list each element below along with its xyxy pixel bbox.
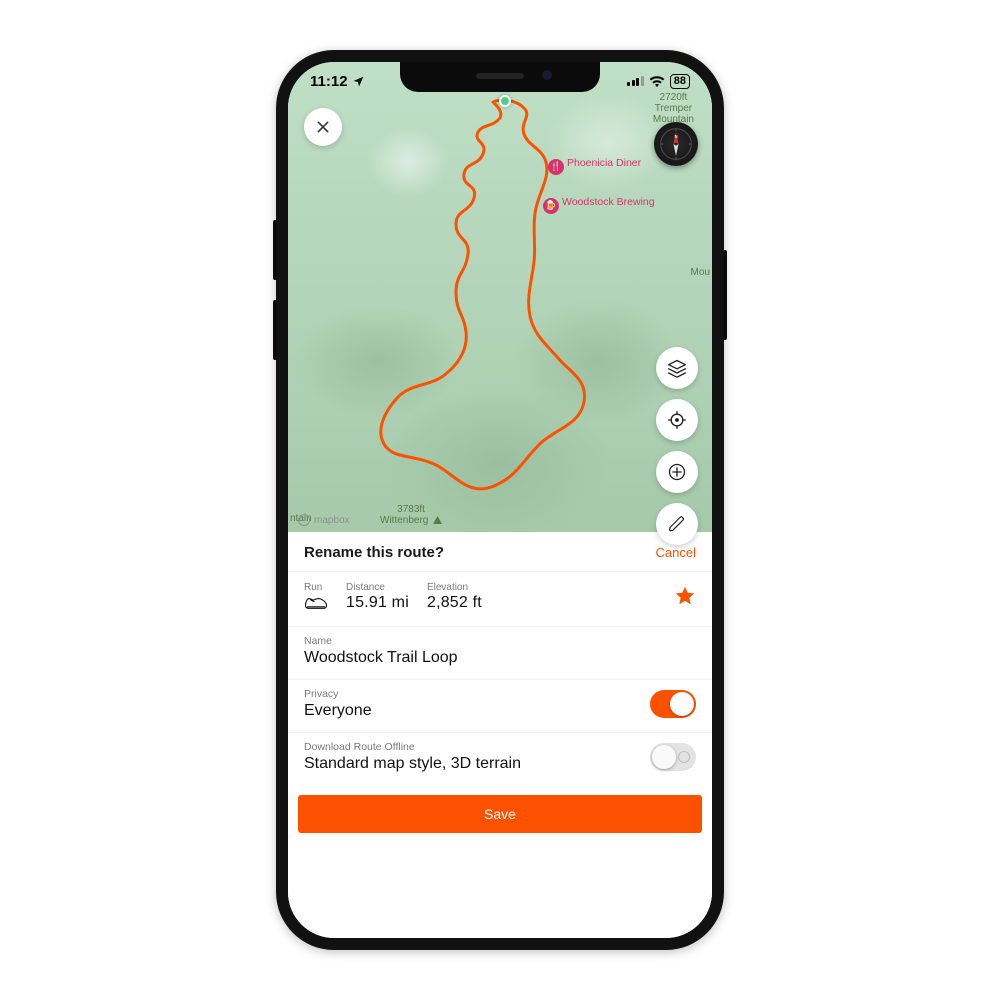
privacy-value: Everyone <box>304 702 650 720</box>
battery-indicator: 88 <box>670 74 690 89</box>
compass[interactable]: N <box>654 122 698 166</box>
pencil-icon <box>668 515 686 533</box>
privacy-field[interactable]: Privacy Everyone <box>288 679 712 732</box>
privacy-label: Privacy <box>304 688 650 700</box>
statusbar-time: 11:12 <box>310 73 348 90</box>
label-wittenberg: 3783ft Wittenberg <box>380 504 442 526</box>
plus-circle-icon <box>667 462 687 482</box>
route-path <box>288 62 712 532</box>
offline-value: Standard map style, 3D terrain <box>304 755 650 773</box>
name-field[interactable]: Name Woodstock Trail Loop <box>288 626 712 679</box>
layers-button[interactable] <box>656 347 698 389</box>
locate-button[interactable] <box>656 399 698 441</box>
label-mou: Mou <box>691 267 710 278</box>
stat-distance-label: Distance <box>346 582 409 593</box>
save-button[interactable]: Save <box>298 795 702 833</box>
route-start-marker <box>499 95 511 107</box>
star-icon <box>674 585 696 607</box>
signal-icon <box>627 76 644 86</box>
stat-distance-value: 15.91 mi <box>346 594 409 612</box>
name-value: Woodstock Trail Loop <box>304 649 696 667</box>
screen: 11:12 88 2720ft Trem <box>288 62 712 938</box>
stat-run-label: Run <box>304 582 328 593</box>
close-button[interactable] <box>304 108 342 146</box>
name-label: Name <box>304 635 696 647</box>
compass-icon: N <box>659 127 693 161</box>
offline-toggle[interactable] <box>650 743 696 771</box>
cancel-button[interactable]: Cancel <box>656 545 696 560</box>
edit-button[interactable] <box>656 503 698 545</box>
privacy-toggle[interactable] <box>650 690 696 718</box>
layers-icon <box>667 358 687 378</box>
poi-brewing[interactable]: 🍺Woodstock Brewing <box>543 196 655 214</box>
run-shoe-icon <box>304 594 328 612</box>
battery-level: 88 <box>670 74 690 89</box>
sheet-title: Rename this route? <box>304 544 444 561</box>
stat-elevation-label: Elevation <box>427 582 482 593</box>
poi-diner[interactable]: 🍴Phoenicia Diner <box>548 157 641 175</box>
add-button[interactable] <box>656 451 698 493</box>
map-canvas[interactable]: 2720ft Tremper Mountain 🍴Phoenicia Diner… <box>288 62 712 532</box>
phone-frame: 11:12 88 2720ft Trem <box>276 50 724 950</box>
stats-row: Run Distance 15.91 mi Elevation 2,852 ft <box>288 572 712 626</box>
map-attribution: mapbox <box>298 514 350 526</box>
favorite-button[interactable] <box>674 585 696 612</box>
locate-icon <box>667 410 687 430</box>
location-arrow-icon <box>352 75 365 88</box>
route-sheet: Rename this route? Cancel Run Distance 1… <box>288 532 712 938</box>
notch <box>400 62 600 92</box>
map-actions <box>656 347 698 545</box>
close-icon <box>315 119 331 135</box>
svg-text:N: N <box>674 134 677 139</box>
offline-field[interactable]: Download Route Offline Standard map styl… <box>288 732 712 785</box>
stat-elevation-value: 2,852 ft <box>427 594 482 612</box>
wifi-icon <box>649 75 665 87</box>
offline-label: Download Route Offline <box>304 741 650 753</box>
